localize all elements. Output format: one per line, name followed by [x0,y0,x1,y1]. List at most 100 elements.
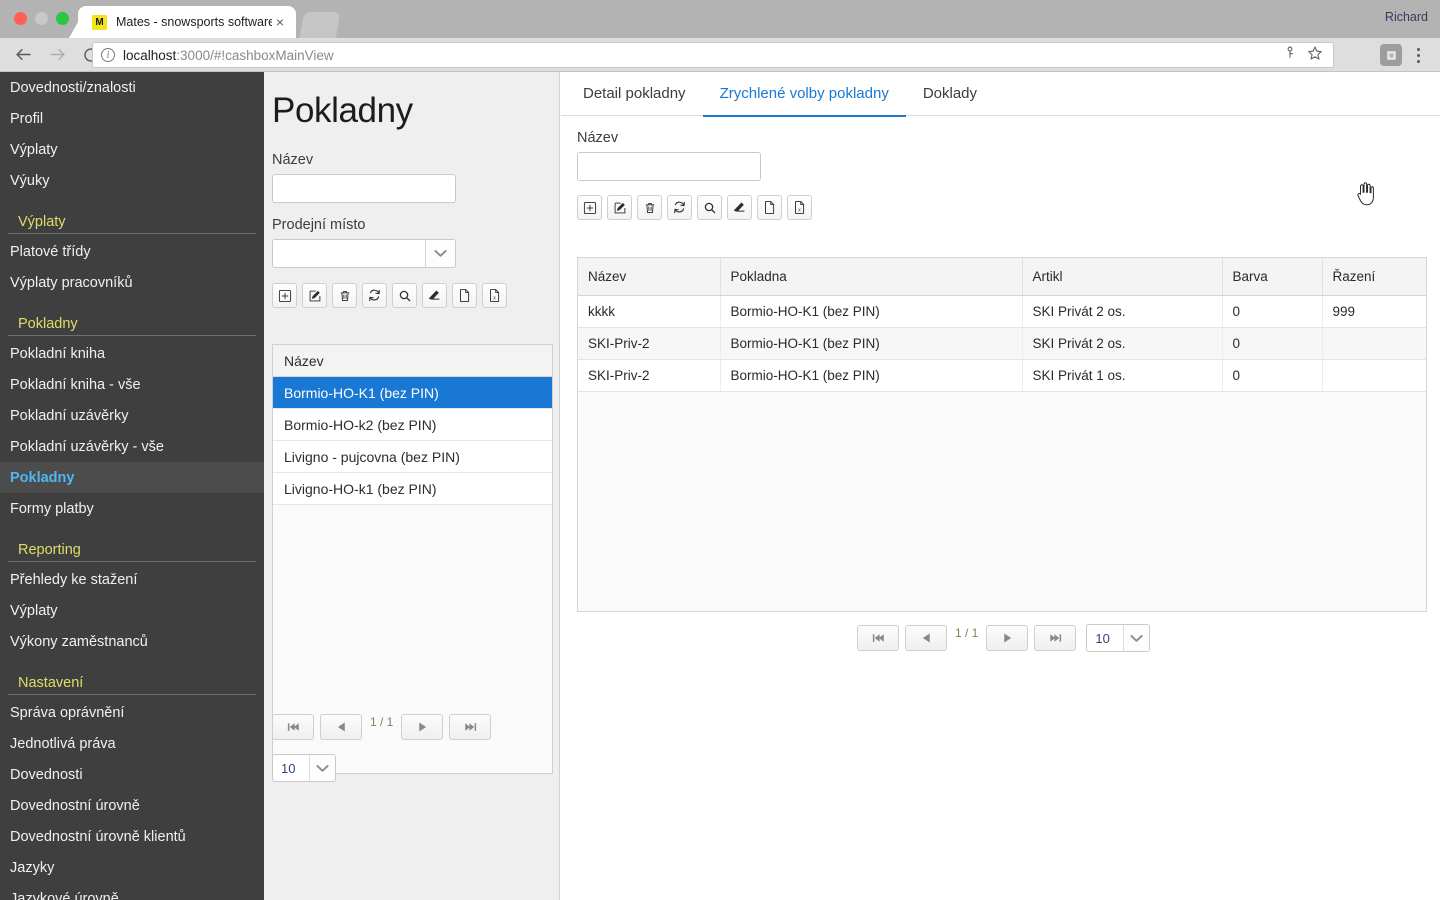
detail-eraser-icon[interactable] [727,195,752,220]
detail-delete-icon[interactable] [637,195,662,220]
column-header[interactable]: Barva [1222,258,1323,296]
browser-tab[interactable]: M Mates - snowsports software × [69,6,296,38]
column-header[interactable]: Název [578,258,721,296]
detail-add-icon[interactable] [577,195,602,220]
detail-name-input[interactable] [577,152,761,181]
table-row[interactable]: SKI-Priv-2 Bormio-HO-K1 (bez PIN) SKI Priv… [578,359,1426,392]
detail-edit-icon[interactable] [607,195,632,220]
detail-page-size-value: 10 [1095,630,1110,646]
detail-search-icon[interactable] [697,195,722,220]
browser-menu-icon[interactable] [1408,44,1428,66]
site-favicon-icon: M [92,14,107,30]
cashbox-list-panel: Pokladny Název Prodejní místo x Název Bo… [264,72,560,900]
mid-next-page-button[interactable] [401,714,444,740]
tab-2[interactable]: Doklady [906,72,994,116]
table-cell: 999 [1322,295,1426,328]
table-cell [1322,327,1426,360]
chevron-down-icon[interactable] [1123,625,1150,651]
sidebar-item-22[interactable]: Dovednostní úrovně [0,790,264,821]
sidebar-item-25[interactable]: Jazykové úrovně [0,883,264,900]
table-header-row: Název Pokladna Artikl Barva Řazení [578,258,1426,296]
detail-page-indicator: 1 / 1 [955,626,979,640]
list-item[interactable]: Bormio-HO-k2 (bez PIN) [273,409,552,441]
back-icon[interactable] [10,42,36,68]
chevron-down-icon[interactable] [425,240,455,267]
sidebar-group-4: Výplaty [8,200,256,234]
mid-refresh-icon[interactable] [362,283,387,308]
sidebar-item-0[interactable]: Dovednosti/znalosti [0,72,264,103]
sidebar-item-13[interactable]: Formy platby [0,493,264,524]
close-window-button[interactable] [14,12,27,25]
sidebar-item-17[interactable]: Výkony zaměstnanců [0,626,264,657]
url-host: localhost [123,47,177,63]
mid-name-label: Název [272,152,314,168]
sidebar-item-23[interactable]: Dovednostní úrovně klientů [0,821,264,852]
table-cell: SKI Privát 1 os. [1022,359,1223,392]
detail-first-page-button[interactable] [857,625,899,651]
column-header[interactable]: Řazení [1322,258,1426,296]
list-item[interactable]: Livigno-HO-k1 (bez PIN) [273,473,552,505]
pin-icon[interactable] [1283,45,1297,65]
sidebar-item-1[interactable]: Profil [0,103,264,134]
table-row[interactable]: kkkk Bormio-HO-K1 (bez PIN) SKI Privát 2 o… [578,295,1426,328]
mid-place-select[interactable] [272,239,456,268]
mid-edit-icon[interactable] [302,283,327,308]
detail-refresh-icon[interactable] [667,195,692,220]
close-tab-icon[interactable]: × [272,14,288,30]
mid-name-input[interactable] [272,174,456,203]
sidebar-item-20[interactable]: Jednotlivá práva [0,728,264,759]
sidebar-item-16[interactable]: Výplaty [0,595,264,626]
sidebar-item-8[interactable]: Pokladní kniha [0,338,264,369]
minimize-window-button[interactable] [35,12,48,25]
chevron-down-icon[interactable] [309,755,335,781]
sidebar-item-12[interactable]: Pokladny [0,462,264,493]
mid-search-icon[interactable] [392,283,417,308]
extension-icon[interactable] [1380,44,1402,66]
sidebar-item-15[interactable]: Přehledy ke stažení [0,564,264,595]
detail-prev-page-button[interactable] [905,625,947,651]
sidebar-item-21[interactable]: Dovednosti [0,759,264,790]
sidebar-item-24[interactable]: Jazyky [0,852,264,883]
mid-page-size-select[interactable]: 10 [272,754,336,782]
maximize-window-button[interactable] [56,12,69,25]
mid-excel-icon[interactable]: x [482,283,507,308]
detail-page-size-select[interactable]: 10 [1086,624,1151,652]
tab-1[interactable]: Zrychlené volby pokladny [702,72,907,117]
detail-last-page-button[interactable] [1034,625,1077,651]
detail-excel-icon[interactable]: x [787,195,812,220]
mid-eraser-icon[interactable] [422,283,447,308]
table-row[interactable]: SKI-Priv-2 Bormio-HO-K1 (bez PIN) SKI Priv… [578,327,1426,360]
mid-document-icon[interactable] [452,283,477,308]
list-item[interactable]: Bormio-HO-K1 (bez PIN) [273,377,552,409]
browser-profile-label[interactable]: Richard [1385,10,1428,24]
sidebar-item-9[interactable]: Pokladní kniha - vše [0,369,264,400]
sidebar-item-6[interactable]: Výplaty pracovníků [0,267,264,298]
mid-first-page-button[interactable] [272,714,314,740]
site-info-icon[interactable]: i [101,48,115,62]
sidebar-item-5[interactable]: Platové třídy [0,236,264,267]
mid-last-page-button[interactable] [449,714,492,740]
bookmark-star-icon[interactable] [1307,45,1323,66]
sidebar-item-19[interactable]: Správa oprávnění [0,697,264,728]
sidebar-item-3[interactable]: Výuky [0,165,264,196]
mid-add-icon[interactable] [272,283,297,308]
svg-text:x: x [798,207,801,213]
sidebar-item-10[interactable]: Pokladní uzávěrky [0,400,264,431]
omnibox-actions [1283,45,1325,66]
detail-next-page-button[interactable] [986,625,1029,651]
sidebar-item-11[interactable]: Pokladní uzávěrky - vše [0,431,264,462]
sidebar-item-2[interactable]: Výplaty [0,134,264,165]
mid-prev-page-button[interactable] [320,714,362,740]
list-item[interactable]: Livigno - pujcovna (bez PIN) [273,441,552,473]
column-header[interactable]: Pokladna [720,258,1023,296]
tab-0[interactable]: Detail pokladny [566,72,703,116]
forward-icon [44,42,70,68]
column-header[interactable]: Artikl [1022,258,1223,296]
mid-delete-icon[interactable] [332,283,357,308]
address-bar[interactable]: i localhost:3000/#!cashboxMainView [92,42,1334,68]
detail-document-icon[interactable] [757,195,782,220]
quick-options-table: Název Pokladna Artikl Barva Řazení kkkk Bormi… [578,258,1426,392]
page-title: Pokladny [272,91,413,130]
new-tab-button[interactable] [299,12,341,38]
table-cell: 0 [1222,295,1323,328]
